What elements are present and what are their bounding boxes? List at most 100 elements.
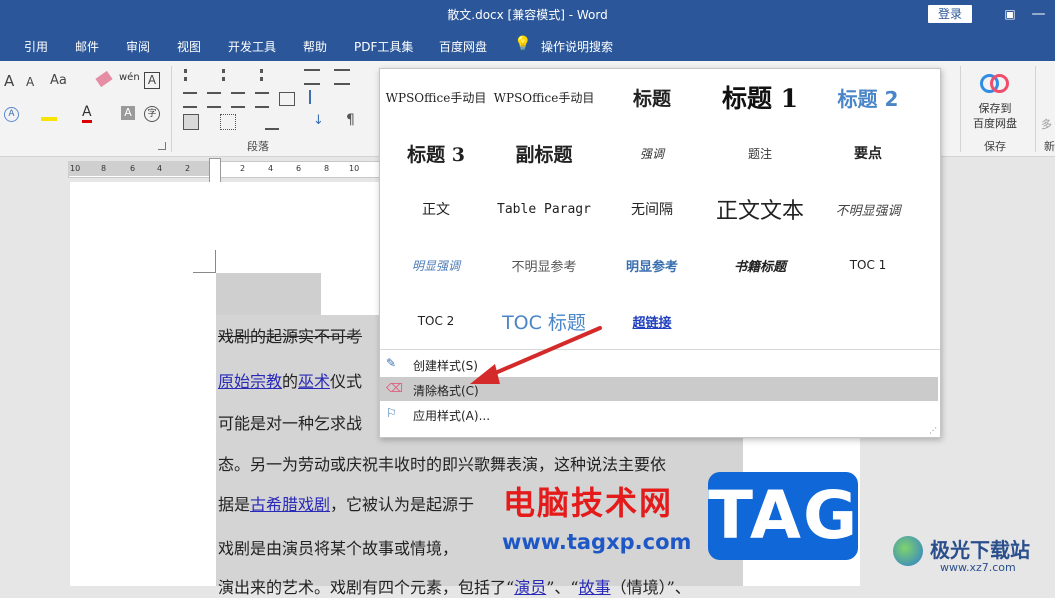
style-item[interactable]: WPSOffice手动目 [490,73,598,121]
indent-marker[interactable] [209,158,221,184]
style-item[interactable]: Table Paragr [490,185,598,233]
apply-style-item[interactable]: ⚐ 应用样式(A)... [380,402,938,426]
phonetic-guide-icon[interactable]: wén [119,72,140,83]
font-color-icon[interactable]: A [82,104,92,123]
align-center-icon[interactable] [207,92,221,108]
decrease-indent-icon[interactable] [304,69,320,85]
hyperlink[interactable]: 原始宗教 [218,372,282,391]
apply-style-icon: ⚐ [386,406,397,420]
tell-me-search[interactable]: 操作说明搜索 [541,38,613,55]
distributed-icon[interactable] [279,92,295,106]
save-to-baidu-button[interactable]: 保存到 百度网盘 [968,101,1022,131]
more-label-partial: 多 [1041,118,1052,131]
group-divider [960,66,961,152]
tab-help[interactable]: 帮助 [303,38,327,55]
text-effects-icon[interactable]: A [4,107,19,122]
ruler-tick: 4 [157,164,163,173]
jiguang-logo-icon [893,536,923,566]
style-item[interactable]: 书籍标题 [706,241,814,289]
lightbulb-icon[interactable]: 💡 [514,36,531,52]
tab-review[interactable]: 审阅 [126,38,150,55]
style-item[interactable]: WPSOffice手动目 [382,73,490,121]
chinese-layout-icon[interactable] [265,114,279,130]
style-item[interactable]: 副标题 [490,129,598,177]
change-case-icon[interactable]: Aa [50,73,67,88]
document-line[interactable]: 戏剧的起源实不可考 [218,323,362,347]
ruler-tick: 2 [240,164,246,173]
tab-view[interactable]: 视图 [177,38,201,55]
style-item[interactable]: 标题 [598,73,706,121]
align-right-icon[interactable] [231,92,245,108]
document-line[interactable]: 戏剧是由演员将某个故事或情境， [218,535,458,559]
borders-icon[interactable] [220,114,236,130]
multilevel-list-icon[interactable] [260,69,277,81]
document-line[interactable]: 演出来的艺术。戏剧有四个元素，包括了“演员”、“故事（情境）”、 [218,574,691,598]
hyperlink[interactable]: 演员 [514,578,546,597]
enclose-characters-icon[interactable]: 字 [144,106,160,122]
font-dialog-launcher-icon[interactable] [158,142,166,150]
hyperlink[interactable]: 巫术 [298,372,330,391]
document-line[interactable]: 态。另一为劳动或庆祝丰收时的即兴歌舞表演，这种说法主要依 [218,451,666,475]
highlight-icon[interactable] [41,117,57,121]
tab-mailings[interactable]: 邮件 [75,38,99,55]
style-item[interactable]: 强调 [598,129,706,177]
style-item[interactable]: 正文文本 [706,185,814,233]
style-item[interactable]: 无间隔 [598,185,706,233]
bullets-icon[interactable] [184,69,201,81]
annotation-arrow [470,326,602,384]
style-item[interactable]: 超链接 [598,297,706,345]
tab-baidu-netdisk[interactable]: 百度网盘 [439,38,487,55]
tab-pdf-tools[interactable]: PDF工具集 [354,38,413,55]
ruler-tick: 4 [268,164,274,173]
style-item[interactable]: 标题 2 [814,73,922,121]
group-divider [171,66,172,152]
hyperlink[interactable]: 故事 [579,578,611,597]
save-to-label-line2: 百度网盘 [973,117,1017,130]
style-item[interactable]: 明显强调 [382,241,490,289]
login-button[interactable]: 登录 [928,5,972,23]
style-item[interactable]: 题注 [706,129,814,177]
text-run: （情境）”、 [610,578,691,597]
character-shading-icon[interactable]: A [121,106,135,120]
save-group-label: 保存 [984,140,1006,153]
style-item[interactable]: 标题 3 [382,129,490,177]
tab-references[interactable]: 引用 [24,38,48,55]
character-border-icon[interactable]: A [144,72,160,89]
window-title: 散文.docx [兼容模式] - Word [447,8,608,22]
numbering-icon[interactable] [222,69,239,81]
align-left-icon[interactable] [183,92,197,108]
style-item[interactable]: 明显参考 [598,241,706,289]
shading-icon[interactable] [183,114,199,130]
style-item[interactable]: 正文 [382,185,490,233]
create-style-icon: ✎ [386,356,397,370]
text-run: 戏剧的起源实不可考 [218,327,363,346]
show-marks-icon[interactable]: ¶ [346,112,355,128]
ruler-tick: 2 [185,164,191,173]
text-run: 据是 [218,495,251,514]
new-group-label: 新 [1044,140,1055,153]
sort-icon[interactable]: ↓ [313,113,324,128]
text-run: 演出来的艺术。戏剧有四个元素，包括了“ [218,578,515,597]
style-item[interactable]: 不明显参考 [490,241,598,289]
style-item[interactable]: 要点 [814,129,922,177]
style-item[interactable]: 标题 1 [706,73,814,121]
hyperlink[interactable]: 古希腊戏剧 [250,495,330,514]
text-run: 的 [282,372,299,391]
grow-font-icon[interactable]: A [4,72,14,90]
baidu-netdisk-icon[interactable] [980,70,1009,93]
watermark-url: www.tagxp.com [502,530,692,554]
increase-indent-icon[interactable] [334,69,350,85]
line-spacing-icon[interactable] [309,90,325,104]
document-line[interactable]: 据是古希腊戏剧，它被认为是起源于 [218,491,474,515]
document-line[interactable]: 可能是对一种乞求战 [218,410,362,434]
clear-format-icon: ⌫ [386,381,403,395]
resize-grip-icon[interactable]: ⋰ [929,426,937,435]
shrink-font-icon[interactable]: A [26,75,34,89]
text-run: 戏剧是由演员将某个故事或情境， [218,539,459,558]
style-item[interactable]: 不明显强调 [814,185,922,233]
style-item[interactable]: TOC 1 [814,241,922,289]
justify-icon[interactable] [255,92,269,108]
document-line[interactable]: 原始宗教的巫术仪式 [218,368,362,392]
minimize-icon[interactable]: — [1022,0,1055,29]
tab-developer[interactable]: 开发工具 [228,38,276,55]
